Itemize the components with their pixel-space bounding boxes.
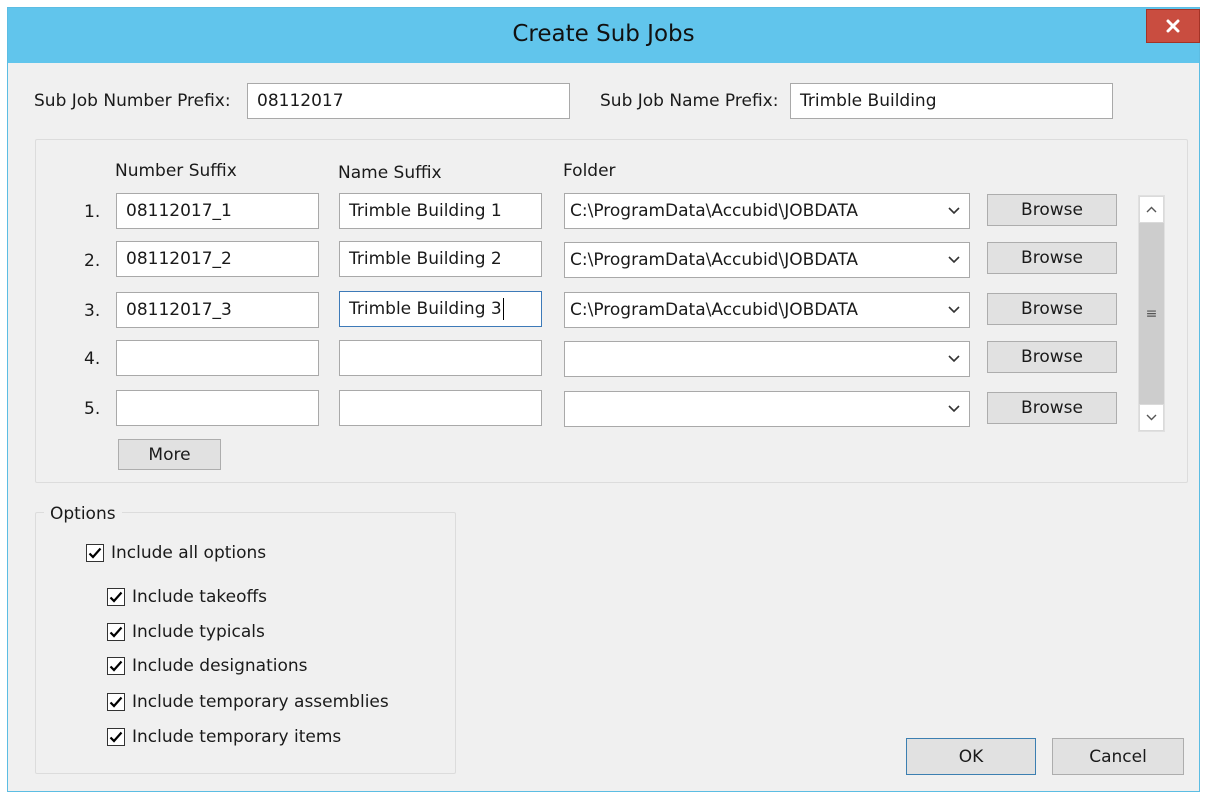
sub-job-number-prefix-value: 08112017 <box>257 91 344 111</box>
include-temporary-items-label[interactable]: Include temporary items <box>132 727 341 747</box>
number-suffix-input[interactable]: 08112017_3 <box>116 292 319 328</box>
chevron-down-icon <box>1146 414 1157 421</box>
sub-job-name-prefix-label: Sub Job Name Prefix: <box>600 91 779 111</box>
grip-icon: ≡ <box>1145 305 1158 322</box>
folder-value: C:\ProgramData\Accubid\JOBDATA <box>570 300 859 320</box>
dialog-title: Create Sub Jobs <box>512 21 695 47</box>
chevron-down-icon <box>948 405 960 413</box>
ok-button[interactable]: OK <box>906 738 1036 775</box>
include-designations-checkbox[interactable] <box>107 657 125 675</box>
name-suffix-value: Trimble Building 1 <box>349 201 502 221</box>
checkmark-icon <box>109 591 123 603</box>
name-suffix-input[interactable] <box>339 390 542 426</box>
create-sub-jobs-dialog: Create Sub Jobs Sub Job Number Prefix: 0… <box>7 7 1200 792</box>
name-suffix-header: Name Suffix <box>338 163 442 183</box>
sub-job-number-prefix-input[interactable]: 08112017 <box>247 83 570 119</box>
name-suffix-input[interactable] <box>339 340 542 376</box>
name-suffix-value: Trimble Building 3 <box>349 299 502 319</box>
row-index: 1. <box>84 202 101 222</box>
row-index: 5. <box>84 399 101 419</box>
checkmark-icon <box>109 660 123 672</box>
browse-button[interactable]: Browse <box>987 341 1117 373</box>
folder-value: C:\ProgramData\Accubid\JOBDATA <box>570 250 859 270</box>
close-icon <box>1166 19 1180 33</box>
title-bar[interactable]: Create Sub Jobs <box>8 8 1200 63</box>
include-all-options-checkbox[interactable] <box>86 544 104 562</box>
folder-value: C:\ProgramData\Accubid\JOBDATA <box>570 201 859 221</box>
number-suffix-input[interactable]: 08112017_1 <box>116 193 319 229</box>
number-suffix-header: Number Suffix <box>115 161 237 181</box>
chevron-down-icon <box>948 207 960 215</box>
checkmark-icon <box>109 696 123 708</box>
rows-scrollbar[interactable]: ≡ <box>1138 195 1165 432</box>
checkmark-icon <box>88 547 102 559</box>
more-button[interactable]: More <box>118 439 221 470</box>
close-button[interactable] <box>1146 9 1200 43</box>
include-typicals-checkbox[interactable] <box>107 623 125 641</box>
folder-select[interactable] <box>564 391 970 427</box>
browse-button[interactable]: Browse <box>987 293 1117 325</box>
browse-button[interactable]: Browse <box>987 242 1117 274</box>
browse-button[interactable]: Browse <box>987 392 1117 424</box>
row-index: 2. <box>84 251 101 271</box>
name-suffix-input[interactable]: Trimble Building 2 <box>339 241 542 277</box>
include-designations-label[interactable]: Include designations <box>132 656 308 676</box>
options-group-title: Options <box>44 504 122 524</box>
include-takeoffs-label[interactable]: Include takeoffs <box>132 587 267 607</box>
checkmark-icon <box>109 626 123 638</box>
name-suffix-input-focused[interactable]: Trimble Building 3 <box>339 291 542 327</box>
include-temporary-items-checkbox[interactable] <box>107 728 125 746</box>
include-temporary-assemblies-checkbox[interactable] <box>107 693 125 711</box>
number-suffix-input[interactable] <box>116 340 319 376</box>
include-all-options-label[interactable]: Include all options <box>111 543 266 563</box>
chevron-down-icon <box>948 256 960 264</box>
browse-button[interactable]: Browse <box>987 194 1117 226</box>
number-suffix-value: 08112017_1 <box>126 201 232 221</box>
folder-select[interactable]: C:\ProgramData\Accubid\JOBDATA <box>564 292 970 328</box>
number-suffix-input[interactable] <box>116 390 319 426</box>
chevron-down-icon <box>948 306 960 314</box>
folder-select[interactable]: C:\ProgramData\Accubid\JOBDATA <box>564 242 970 278</box>
scroll-down-button[interactable] <box>1139 404 1164 431</box>
scroll-up-button[interactable] <box>1139 196 1164 223</box>
name-suffix-input[interactable]: Trimble Building 1 <box>339 193 542 229</box>
sub-job-name-prefix-input[interactable]: Trimble Building <box>790 83 1113 119</box>
row-index: 4. <box>84 349 101 369</box>
number-suffix-value: 08112017_3 <box>126 300 232 320</box>
sub-job-number-prefix-label: Sub Job Number Prefix: <box>34 91 231 111</box>
cancel-button[interactable]: Cancel <box>1052 738 1184 775</box>
row-index: 3. <box>84 301 101 321</box>
number-suffix-input[interactable]: 08112017_2 <box>116 241 319 277</box>
folder-header: Folder <box>563 161 616 181</box>
name-suffix-value: Trimble Building 2 <box>349 249 502 269</box>
scroll-thumb[interactable]: ≡ <box>1139 223 1164 404</box>
folder-select[interactable]: C:\ProgramData\Accubid\JOBDATA <box>564 193 970 229</box>
checkmark-icon <box>109 731 123 743</box>
number-suffix-value: 08112017_2 <box>126 249 232 269</box>
sub-job-name-prefix-value: Trimble Building <box>800 91 937 111</box>
include-typicals-label[interactable]: Include typicals <box>132 622 265 642</box>
folder-select[interactable] <box>564 341 970 377</box>
text-caret <box>502 298 504 320</box>
chevron-down-icon <box>948 355 960 363</box>
include-temporary-assemblies-label[interactable]: Include temporary assemblies <box>132 692 389 712</box>
include-takeoffs-checkbox[interactable] <box>107 588 125 606</box>
chevron-up-icon <box>1146 206 1157 213</box>
